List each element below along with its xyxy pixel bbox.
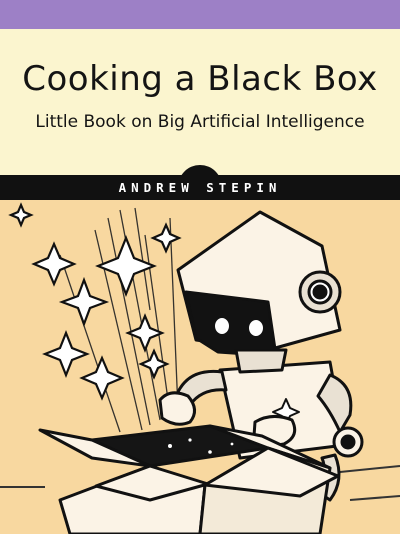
book-cover: Cooking a Black Box Little Book on Big A… [0, 0, 400, 534]
book-subtitle: Little Book on Big Artificial Intelligen… [35, 112, 365, 132]
top-color-band [0, 0, 400, 29]
author-name: ANDREW STEPIN [118, 180, 282, 195]
robot-box-illustration [0, 202, 400, 534]
book-title: Cooking a Black Box [22, 59, 378, 99]
cover-illustration [0, 200, 400, 534]
title-panel [0, 29, 400, 175]
